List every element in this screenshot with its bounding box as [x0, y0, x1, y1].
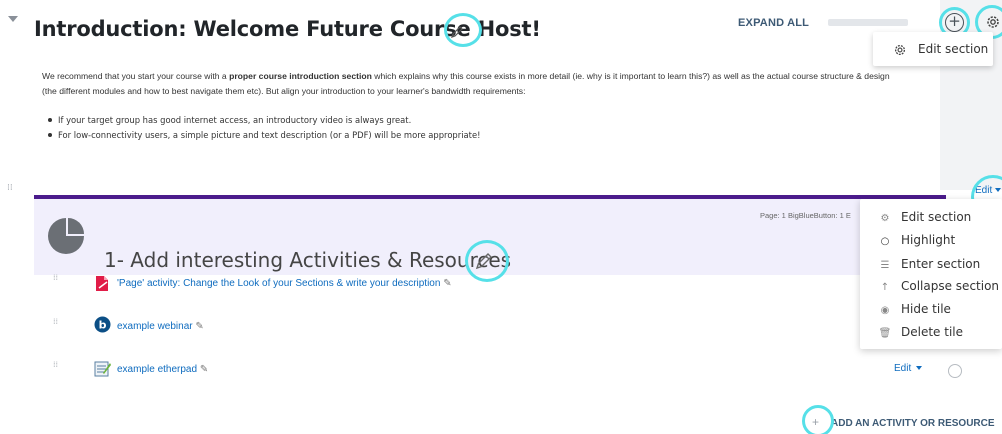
- activity-link-page[interactable]: 'Page' activity: Change the Look of your…: [117, 278, 452, 289]
- intro-paragraph: We recommend that you start your course …: [42, 69, 922, 98]
- tile-title: 1- Add interesting Activities & Resource…: [104, 248, 512, 272]
- pencil-icon[interactable]: ✎: [200, 364, 208, 375]
- menu-item-enter-section[interactable]: ☰ Enter section: [878, 257, 981, 271]
- eye-icon: ◉: [880, 305, 890, 316]
- menu-item-hide-tile[interactable]: ◉ Hide tile: [878, 302, 951, 316]
- drag-handle-icon[interactable]: ⁞⁞: [53, 361, 58, 369]
- list-item: If your target group has good internet a…: [46, 113, 480, 128]
- completion-checkbox[interactable]: [948, 364, 962, 378]
- etherpad-icon: [94, 360, 112, 381]
- menu-item-label: Hide tile: [901, 302, 951, 316]
- gear-icon: ⚙: [880, 213, 890, 224]
- plus-circle-icon[interactable]: +: [945, 13, 964, 32]
- pencil-icon[interactable]: [474, 251, 494, 275]
- gear-icon[interactable]: [985, 14, 1001, 34]
- gear-icon: [893, 42, 907, 61]
- svg-text:b: b: [99, 319, 107, 332]
- activity-label: example webinar: [117, 321, 193, 332]
- arrow-up-icon: ↑: [880, 282, 890, 293]
- activity-edit-dropdown[interactable]: Edit: [894, 363, 923, 374]
- pencil-icon[interactable]: ✎: [195, 321, 203, 332]
- caret-down-icon: [916, 366, 923, 371]
- add-activity-button[interactable]: + ADD AN ACTIVITY OR RESOURCE: [812, 415, 995, 429]
- section-settings-menu: Edit section: [873, 32, 993, 66]
- intro-text-b: which explains why this course exists in…: [371, 71, 890, 81]
- drag-handle-icon[interactable]: ⁞⁞: [7, 184, 13, 193]
- tile-edit-menu: ⚙ Edit section ○ Highlight ☰ Enter section …: [860, 199, 1002, 349]
- activity-link-webinar[interactable]: example webinar ✎: [117, 321, 204, 332]
- activity-link-etherpad[interactable]: example etherpad ✎: [117, 364, 208, 375]
- list-item: For low-connectivity users, a simple pic…: [46, 128, 480, 143]
- tile-edit-label: Edit: [975, 185, 993, 196]
- menu-item-label: Delete tile: [901, 325, 963, 339]
- section-progress-bar: [828, 19, 908, 26]
- expand-all-link[interactable]: EXPAND ALL: [738, 17, 809, 29]
- list-icon: ☰: [880, 260, 890, 271]
- bigbluebutton-icon: b: [94, 316, 111, 337]
- activity-label: example etherpad: [117, 364, 198, 375]
- pencil-icon[interactable]: ✎: [443, 278, 451, 289]
- menu-item-label: Highlight: [901, 233, 956, 247]
- add-activity-label: ADD AN ACTIVITY OR RESOURCE: [831, 418, 995, 429]
- collapse-caret-icon[interactable]: [8, 16, 18, 22]
- activity-label: 'Page' activity: Change the Look of your…: [117, 278, 441, 289]
- trash-icon: 🗑: [878, 328, 892, 339]
- drag-handle-icon[interactable]: ⁞⁞: [53, 274, 58, 282]
- menu-item-label: Enter section: [901, 257, 981, 271]
- drag-handle-icon[interactable]: ⁞⁞: [53, 318, 58, 326]
- menu-item-delete-tile[interactable]: 🗑 Delete tile: [878, 325, 963, 339]
- menu-item-collapse-section[interactable]: ↑ Collapse section: [878, 279, 999, 293]
- intro-text-line2: (the different modules and how to best n…: [42, 85, 526, 96]
- menu-item-highlight[interactable]: ○ Highlight: [878, 233, 956, 247]
- pencil-icon[interactable]: [450, 24, 464, 43]
- intro-text-bold: proper course introduction section: [229, 71, 372, 81]
- tile-edit-dropdown[interactable]: Edit: [975, 185, 1002, 196]
- intro-bullets: If your target group has good internet a…: [46, 113, 480, 142]
- menu-item-edit-section[interactable]: ⚙ Edit section: [878, 210, 972, 224]
- intro-text-a: We recommend that you start your course …: [42, 71, 230, 81]
- tile-activity-summary: Page: 1 BigBlueButton: 1 E: [760, 211, 851, 220]
- caret-down-icon: [995, 188, 1002, 193]
- page-icon: [94, 275, 110, 296]
- edit-section-menu-item[interactable]: Edit section: [918, 42, 988, 56]
- plus-icon: +: [812, 415, 820, 429]
- menu-item-label: Collapse section: [901, 279, 1000, 293]
- menu-item-label: Edit section: [901, 210, 972, 224]
- activity-edit-label: Edit: [894, 363, 912, 374]
- section-title: Introduction: Welcome Future Course Host…: [34, 17, 541, 41]
- circle-icon: ○: [880, 236, 890, 247]
- pie-chart-icon: [46, 216, 86, 260]
